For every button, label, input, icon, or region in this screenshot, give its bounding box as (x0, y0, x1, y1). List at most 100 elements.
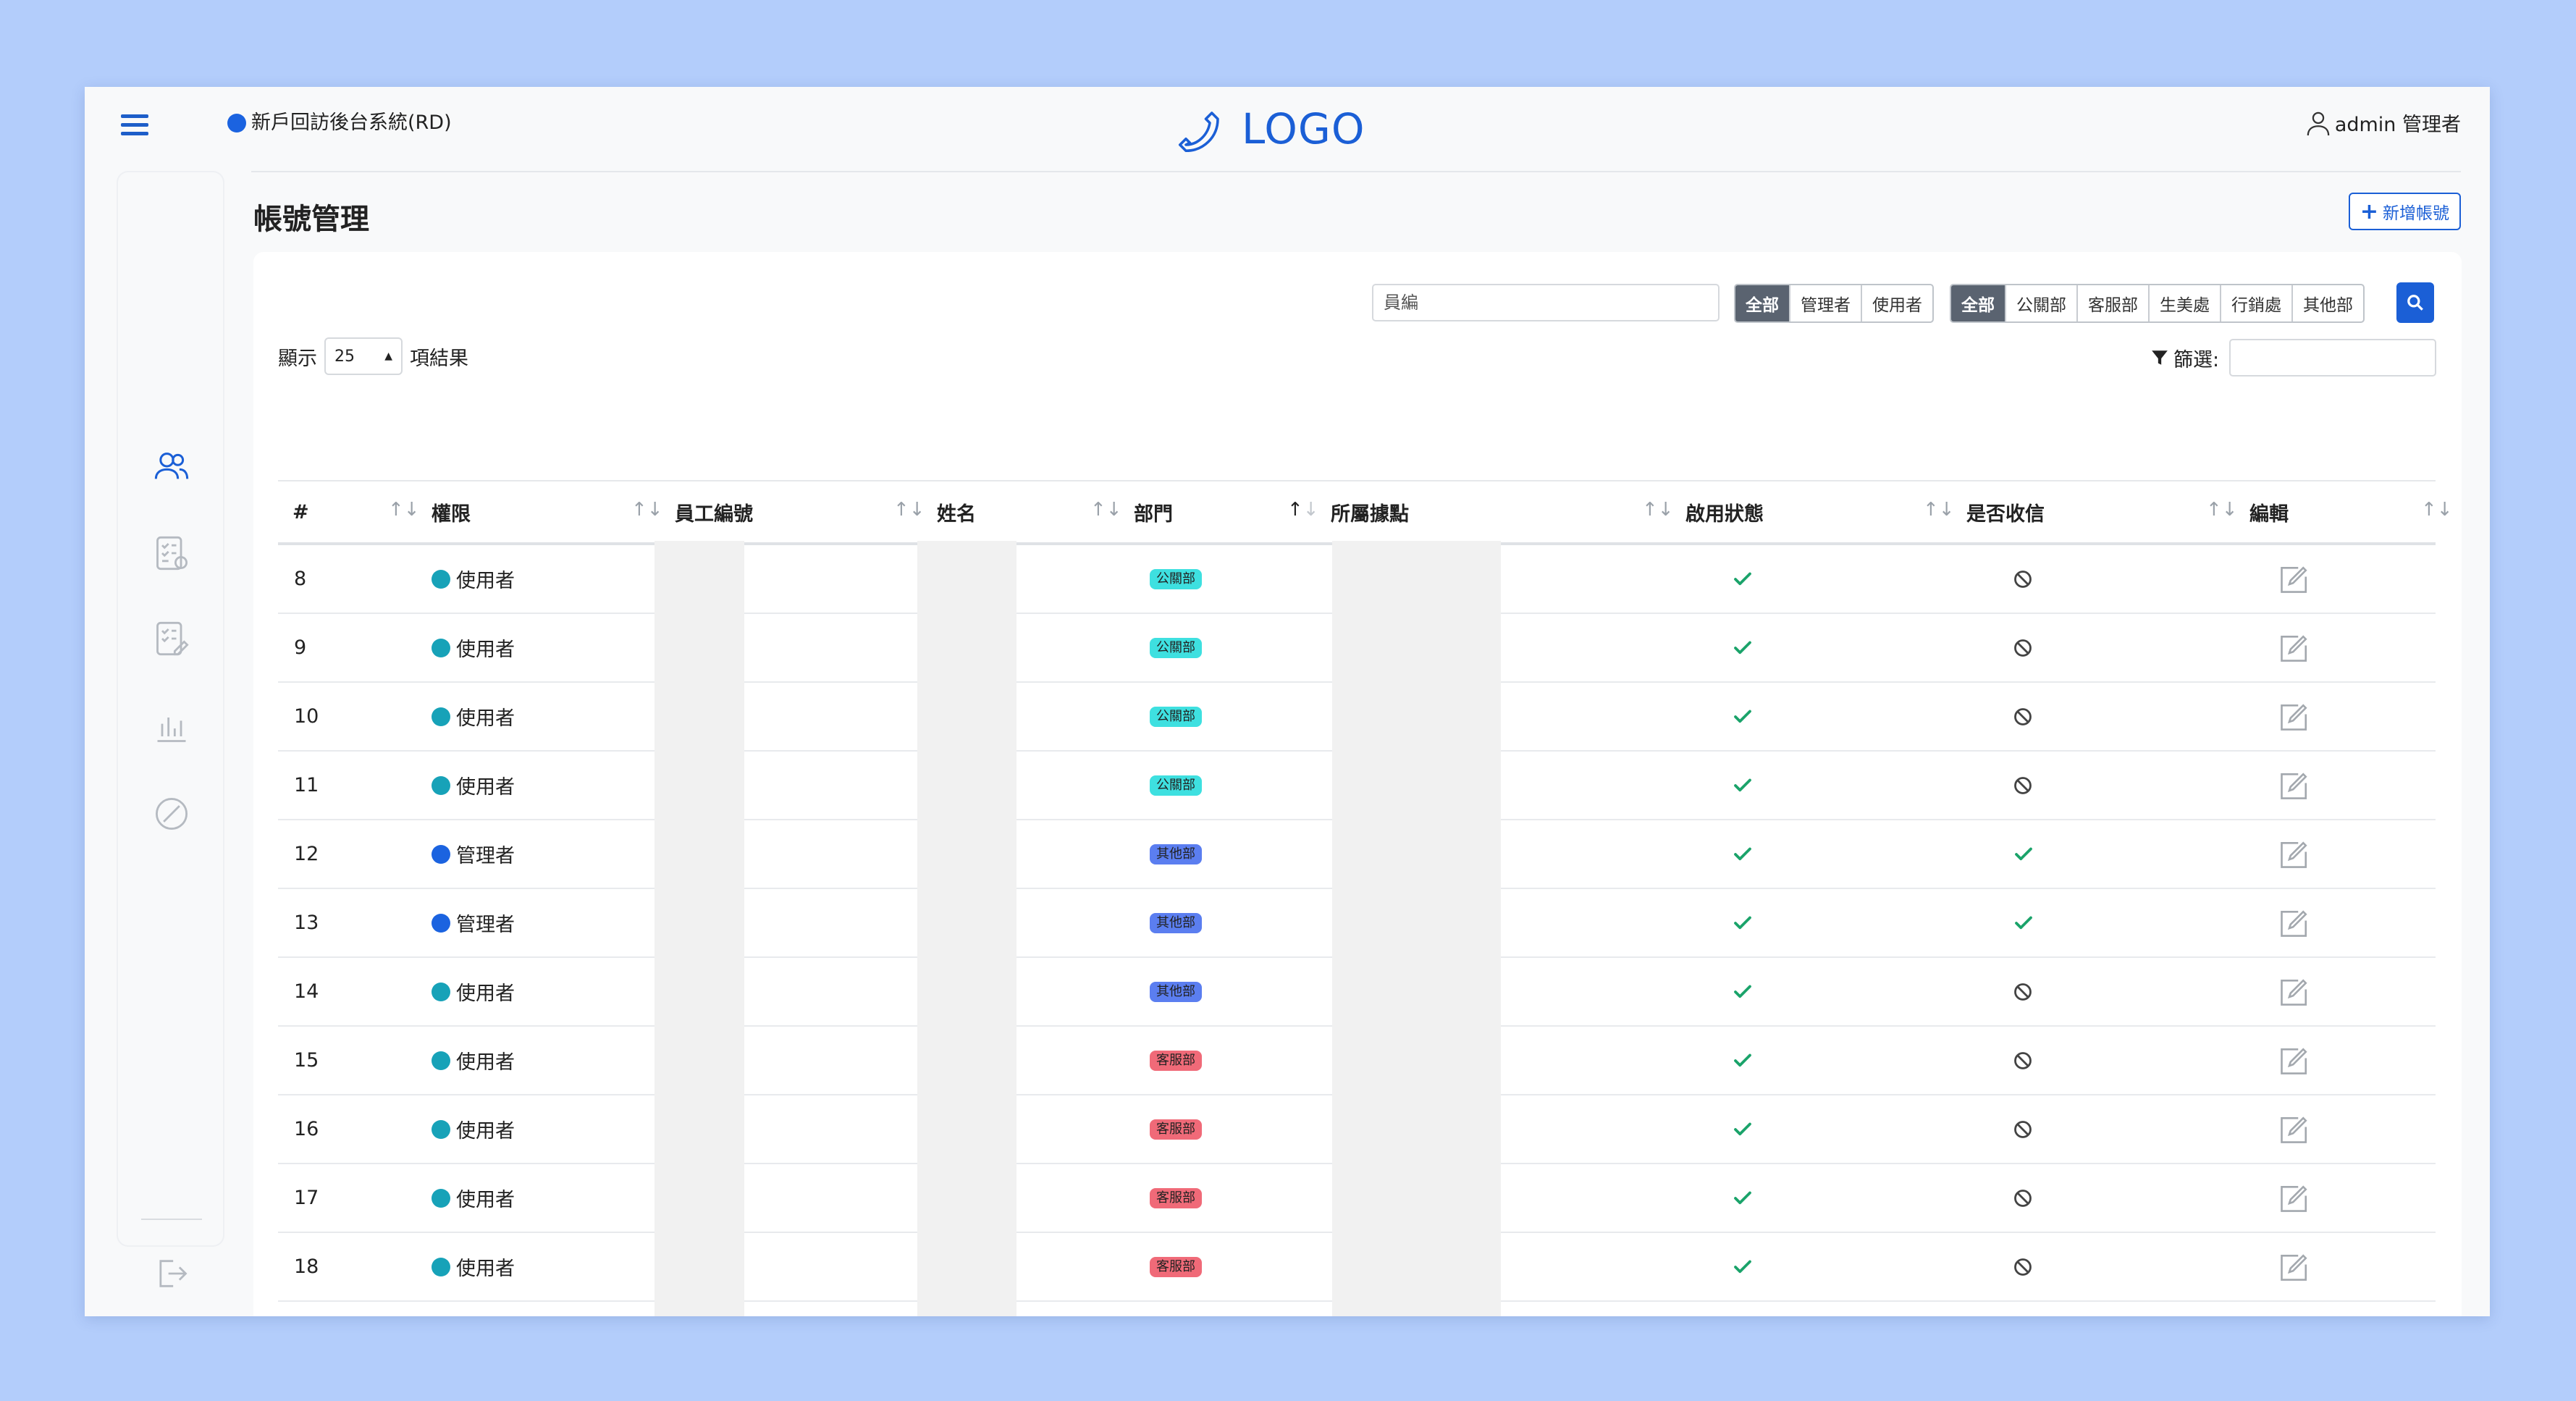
sort-arrows-icon[interactable]: ↑↓ (1642, 499, 1674, 521)
edit-icon[interactable] (2278, 820, 2311, 888)
row-id: 10 (294, 705, 319, 728)
phone-icon (1178, 112, 1219, 153)
users-icon[interactable] (153, 447, 190, 485)
sort-arrows-icon[interactable]: ↑↓ (893, 499, 925, 521)
dept-cell: 公關部 (1150, 683, 1202, 750)
sort-arrows-icon[interactable]: ↑↓ (2206, 499, 2238, 521)
dept-cell: 其他部 (1150, 820, 1202, 888)
dept-cell: 客服部 (1150, 1302, 1202, 1316)
filter-input[interactable] (2229, 339, 2437, 376)
enabled-check-icon (1732, 683, 1754, 750)
enabled-check-icon (1732, 752, 1754, 819)
sort-arrows-icon[interactable]: ↑↓ (2421, 499, 2453, 521)
role-filter-option[interactable]: 全部 (1735, 285, 1789, 321)
role-cell: 使用者 (432, 1164, 515, 1232)
mail-ban-icon (2013, 683, 2033, 750)
column-header[interactable]: # (292, 481, 309, 542)
show-prefix: 顯示 (278, 347, 317, 370)
redacted-employee-id-column (654, 541, 744, 1316)
user-menu[interactable]: admin 管理者 (2306, 109, 2461, 137)
sort-arrows-icon[interactable]: ↑↓ (1090, 499, 1122, 521)
dept-badge: 客服部 (1150, 1119, 1202, 1140)
plus-icon: + (2360, 198, 2378, 224)
redacted-location-column (1332, 541, 1501, 1316)
column-header[interactable]: 權限 (432, 481, 471, 542)
column-header[interactable]: 啟用狀態 (1685, 481, 1764, 542)
logo[interactable]: LOGO (1178, 101, 1365, 156)
app-window: 新戶回訪後台系統(RD) LOGO admin 管理者 帳號管理 + 新增帳號 全… (85, 87, 2490, 1316)
dept-cell: 其他部 (1150, 958, 1202, 1025)
sort-arrows-icon[interactable]: ↑↓ (388, 499, 420, 521)
employee-id-input[interactable] (1372, 284, 1720, 321)
enabled-check-icon (1732, 545, 1754, 613)
edit-icon[interactable] (2278, 1164, 2311, 1232)
role-label: 使用者 (456, 1120, 515, 1143)
table-header: # ↑↓ 權限 ↑↓ 員工編號 ↑↓ 姓名 ↑↓ 部門 ↑↓ 所屬據點 ↑↓ 啟用狀態 ↑↓ 是否收信 ↑↓ 編… (278, 480, 2453, 545)
row-id: 19 (294, 1302, 319, 1316)
user-role-dot (432, 982, 450, 1001)
column-header[interactable]: 所屬據點 (1331, 481, 1409, 542)
column-header[interactable]: 部門 (1134, 481, 1173, 542)
dept-filter-option[interactable]: 客服部 (2076, 285, 2148, 321)
user-icon (2307, 112, 2330, 135)
page-size-select[interactable]: 25 ▲ (324, 337, 403, 375)
edit-icon[interactable] (2278, 1302, 2311, 1316)
role-filter-option[interactable]: 使用者 (1861, 285, 1932, 321)
dept-filter-option[interactable]: 全部 (1951, 285, 2005, 321)
edit-icon[interactable] (2278, 545, 2311, 613)
dept-filter-option[interactable]: 其他部 (2291, 285, 2363, 321)
column-header[interactable]: 員工編號 (675, 481, 753, 542)
hamburger-menu-icon[interactable] (121, 114, 148, 136)
dept-filter-option[interactable]: 行銷處 (2220, 285, 2291, 321)
mail-ban-icon (2013, 1164, 2033, 1232)
dept-cell: 公關部 (1150, 545, 1202, 613)
role-label: 使用者 (456, 776, 515, 799)
checklist-settings-icon[interactable] (153, 534, 190, 572)
filter-control: 篩選: (2150, 339, 2437, 376)
sort-arrows-icon[interactable]: ↑↓ (631, 499, 663, 521)
mail-check-icon (2013, 889, 2034, 956)
bar-chart-icon[interactable] (153, 708, 190, 746)
row-id: 15 (294, 1049, 319, 1072)
sort-arrows-icon[interactable]: ↑↓ (1923, 499, 1955, 521)
funnel-icon (2152, 350, 2168, 365)
page-title: 帳號管理 (253, 203, 369, 236)
edit-icon[interactable] (2278, 683, 2311, 750)
column-header[interactable]: 是否收信 (1966, 481, 2045, 542)
checklist-edit-icon[interactable] (153, 620, 190, 657)
row-id: 12 (294, 843, 319, 865)
edit-icon[interactable] (2278, 614, 2311, 681)
ban-circle-icon[interactable] (153, 795, 190, 833)
role-filter-option[interactable]: 管理者 (1789, 285, 1861, 321)
search-button[interactable] (2396, 282, 2434, 323)
dept-badge: 公關部 (1150, 706, 1202, 727)
edit-icon[interactable] (2278, 1233, 2311, 1300)
role-cell: 使用者 (432, 614, 515, 681)
system-title: 新戶回訪後台系統(RD) (251, 112, 452, 134)
dept-filter-group: 全部 公關部 客服部 生美處 行銷處 其他部 (1950, 284, 2365, 323)
edit-icon[interactable] (2278, 1027, 2311, 1094)
user-role-dot (432, 638, 450, 657)
dept-badge: 客服部 (1150, 1050, 1202, 1071)
sort-arrows-icon[interactable]: ↑↓ (1287, 499, 1319, 521)
dept-badge: 其他部 (1150, 843, 1202, 864)
dept-filter-option[interactable]: 生美處 (2148, 285, 2220, 321)
edit-icon[interactable] (2278, 958, 2311, 1025)
dept-filter-option[interactable]: 公關部 (2005, 285, 2076, 321)
logout-icon[interactable] (153, 1255, 190, 1292)
role-label: 管理者 (456, 914, 515, 936)
add-account-button[interactable]: + 新增帳號 (2348, 193, 2461, 230)
row-id: 8 (294, 568, 307, 590)
column-header[interactable]: 姓名 (937, 481, 976, 542)
edit-icon[interactable] (2278, 889, 2311, 956)
user-role-dot (432, 1257, 450, 1276)
role-label: 使用者 (456, 639, 515, 661)
enabled-check-icon (1732, 1164, 1754, 1232)
edit-icon[interactable] (2278, 752, 2311, 819)
role-cell: 使用者 (432, 958, 515, 1025)
edit-icon[interactable] (2278, 1095, 2311, 1163)
role-cell: 使用者 (432, 1095, 515, 1163)
row-id: 17 (294, 1187, 319, 1209)
column-header[interactable]: 編輯 (2249, 481, 2289, 542)
sidebar-divider (141, 1219, 202, 1220)
